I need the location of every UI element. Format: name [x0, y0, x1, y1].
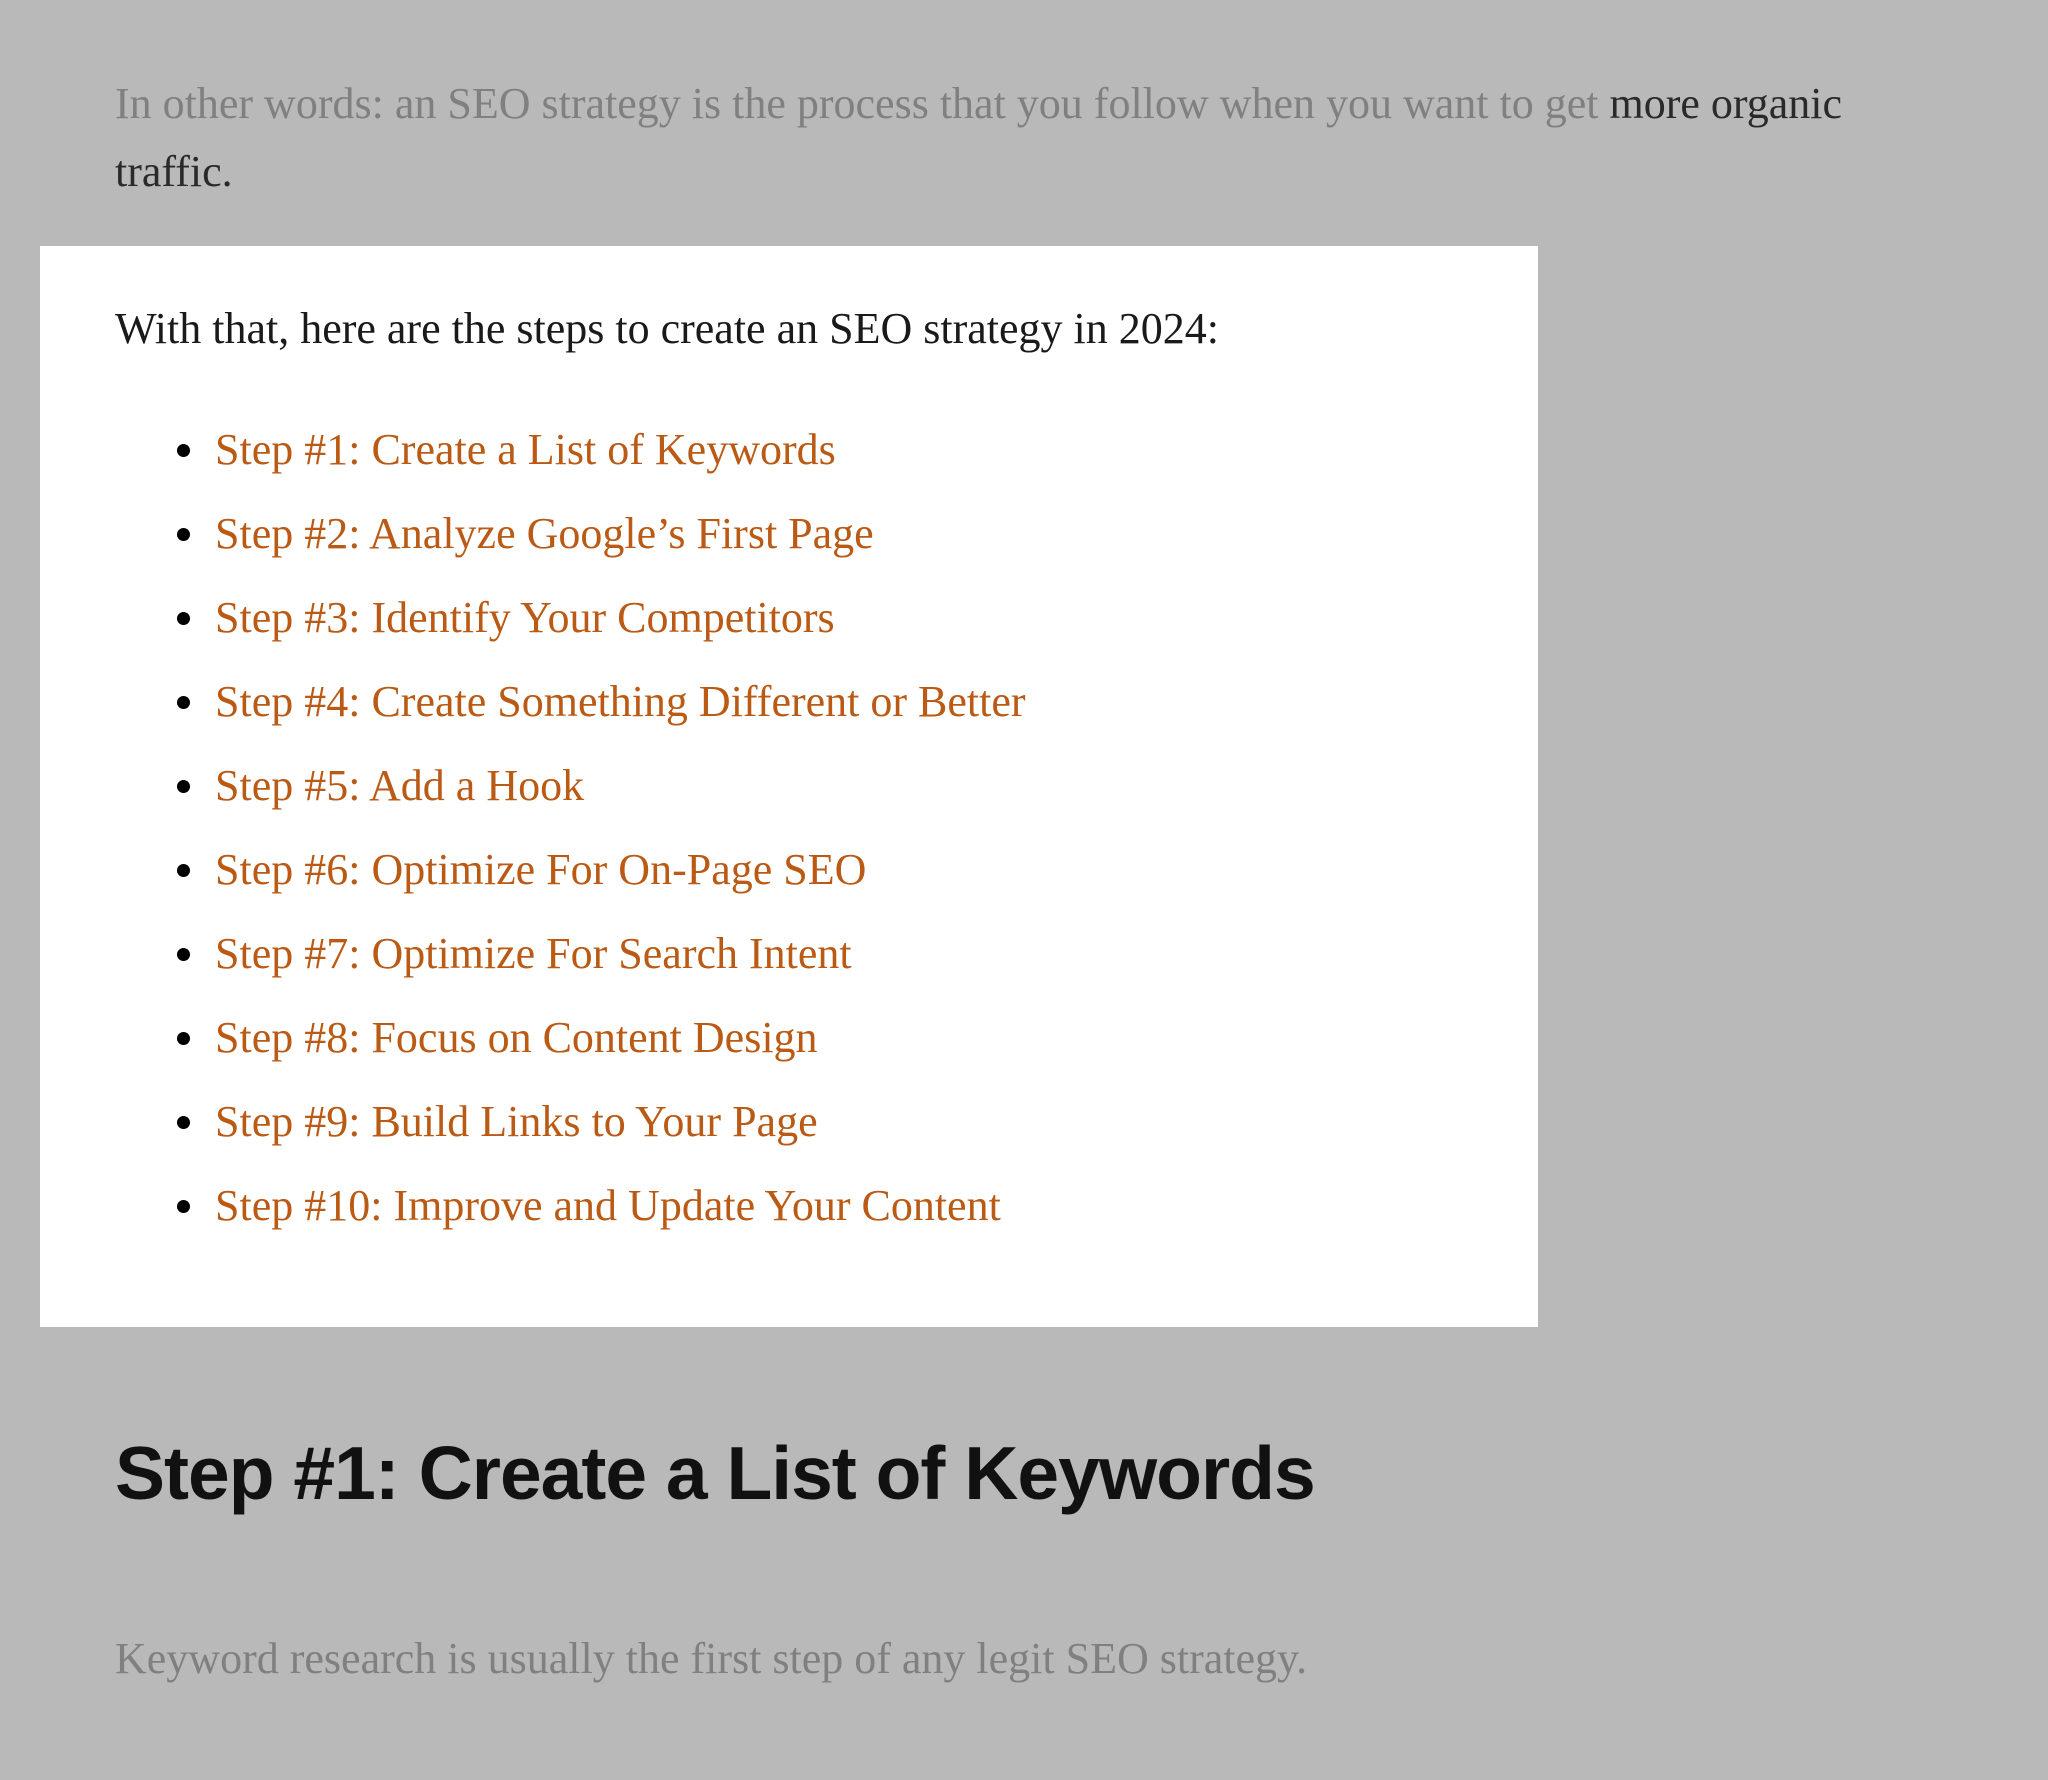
list-item: Step #8: Focus on Content Design	[210, 1005, 1463, 1071]
intro-text-part1: In other words: an SEO strategy is the p…	[115, 79, 1610, 128]
step-link-7[interactable]: Step #7: Optimize For Search Intent	[215, 929, 852, 978]
list-item: Step #1: Create a List of Keywords	[210, 417, 1463, 483]
lead-in-text: With that, here are the steps to create …	[115, 296, 1463, 362]
step-link-4[interactable]: Step #4: Create Something Different or B…	[215, 677, 1026, 726]
step-link-8[interactable]: Step #8: Focus on Content Design	[215, 1013, 818, 1062]
list-item: Step #2: Analyze Google’s First Page	[210, 501, 1463, 567]
list-item: Step #3: Identify Your Competitors	[210, 585, 1463, 651]
step-link-2[interactable]: Step #2: Analyze Google’s First Page	[215, 509, 874, 558]
step-link-10[interactable]: Step #10: Improve and Update Your Conten…	[215, 1181, 1001, 1230]
list-item: Step #4: Create Something Different or B…	[210, 669, 1463, 735]
step-link-6[interactable]: Step #6: Optimize For On-Page SEO	[215, 845, 866, 894]
section-heading: Step #1: Create a List of Keywords	[115, 1430, 1315, 1516]
steps-content-box: With that, here are the steps to create …	[40, 246, 1538, 1327]
intro-paragraph: In other words: an SEO strategy is the p…	[115, 70, 1935, 206]
step-link-1[interactable]: Step #1: Create a List of Keywords	[215, 425, 836, 474]
list-item: Step #7: Optimize For Search Intent	[210, 921, 1463, 987]
list-item: Step #6: Optimize For On-Page SEO	[210, 837, 1463, 903]
step-link-3[interactable]: Step #3: Identify Your Competitors	[215, 593, 835, 642]
step-link-5[interactable]: Step #5: Add a Hook	[215, 761, 584, 810]
list-item: Step #10: Improve and Update Your Conten…	[210, 1173, 1463, 1239]
list-item: Step #5: Add a Hook	[210, 753, 1463, 819]
steps-list: Step #1: Create a List of Keywords Step …	[115, 417, 1463, 1239]
section-body-text: Keyword research is usually the first st…	[115, 1625, 1935, 1693]
step-link-9[interactable]: Step #9: Build Links to Your Page	[215, 1097, 818, 1146]
list-item: Step #9: Build Links to Your Page	[210, 1089, 1463, 1155]
